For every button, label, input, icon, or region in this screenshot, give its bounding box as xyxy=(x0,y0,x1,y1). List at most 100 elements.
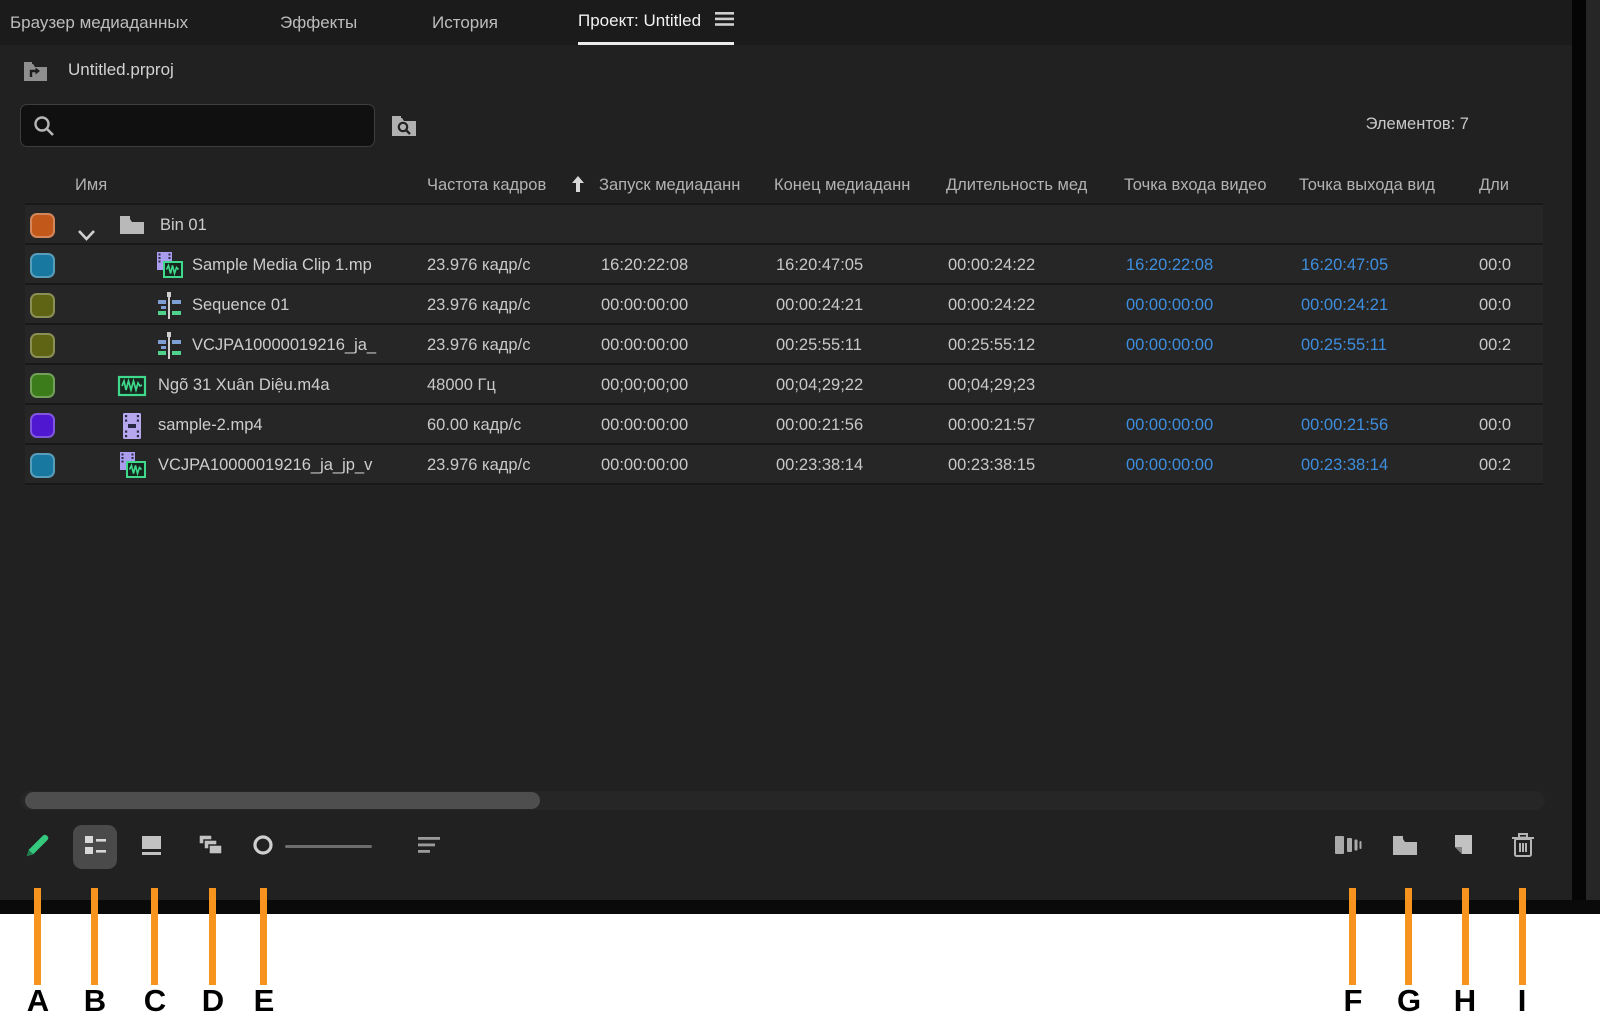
label-color-chip[interactable] xyxy=(30,333,55,358)
panel-menu-icon[interactable] xyxy=(715,11,735,32)
item-name: Sample Media Clip 1.mp xyxy=(192,256,372,274)
find-in-bin-icon[interactable] xyxy=(389,111,419,141)
callout-letter-g: G xyxy=(1396,983,1422,1018)
table-header: Имя Частота кадров Запуск медиаданн Коне… xyxy=(0,168,1543,202)
cell-media-start: 16:20:22:08 xyxy=(601,256,689,274)
cell-video-duration: 00:2 xyxy=(1479,456,1512,474)
table-row-clip[interactable]: VCJPA10000019216_ja_jp_v 23.976 кадр/с 0… xyxy=(25,445,1543,485)
tab-history[interactable]: История xyxy=(432,0,498,45)
freeform-view-button[interactable] xyxy=(189,825,233,869)
cell-media-duration: 00:00:24:22 xyxy=(948,256,1036,274)
cell-media-end: 00:25:55:11 xyxy=(776,336,862,354)
automate-to-sequence-button[interactable] xyxy=(1326,825,1370,869)
cell-video-out: 16:20:47:05 xyxy=(1301,256,1389,274)
panel-right-border xyxy=(1572,0,1586,914)
search-input[interactable] xyxy=(65,106,365,145)
table-row-sequence[interactable]: Sequence 01 23.976 кадр/с 00:00:00:00 00… xyxy=(25,285,1543,325)
callout-letter-b: B xyxy=(83,983,107,1018)
cell-video-duration: 00:2 xyxy=(1479,336,1512,354)
label-color-chip[interactable] xyxy=(30,413,55,438)
tab-label: Эффекты xyxy=(280,12,358,32)
horizontal-scrollbar-thumb[interactable] xyxy=(25,792,540,809)
icon-view-icon xyxy=(138,831,166,864)
zoom-slider-track[interactable] xyxy=(285,845,372,848)
table-row-audio[interactable]: Ngõ 31 Xuân Diệu.m4a 48000 Гц 00;00;00;0… xyxy=(25,365,1543,405)
cell-video-duration: 00:0 xyxy=(1479,256,1512,274)
label-color-chip[interactable] xyxy=(30,213,55,238)
label-color-chip[interactable] xyxy=(30,453,55,478)
label-color-chip[interactable] xyxy=(30,373,55,398)
pencil-icon xyxy=(23,830,53,865)
column-header-media-duration[interactable]: Длительность мед xyxy=(946,168,1087,202)
column-header-media-end[interactable]: Конец медиаданн xyxy=(774,168,910,202)
callout-letter-h: H xyxy=(1453,983,1477,1018)
callout-letter-e: E xyxy=(253,983,275,1018)
cell-frame-rate: 23.976 кадр/с xyxy=(427,456,531,474)
column-header-video-out[interactable]: Точка выхода вид xyxy=(1299,168,1435,202)
column-header-video-duration[interactable]: Дли xyxy=(1479,168,1509,202)
callout-line-a xyxy=(34,888,41,985)
zoom-slider-knob[interactable] xyxy=(241,825,285,869)
cell-video-duration: 00:0 xyxy=(1479,296,1512,314)
cell-video-in: 00:00:00:00 xyxy=(1126,336,1214,354)
table-row-video[interactable]: sample-2.mp4 60.00 кадр/с 00:00:00:00 00… xyxy=(25,405,1543,445)
cell-media-duration: 00;04;29;23 xyxy=(948,376,1036,394)
cell-media-end: 00:23:38:14 xyxy=(776,456,864,474)
cell-media-start: 00:00:00:00 xyxy=(601,416,689,434)
callout-letter-i: I xyxy=(1517,983,1527,1018)
new-item-button[interactable] xyxy=(1441,825,1485,869)
project-writable-button[interactable] xyxy=(16,825,60,869)
tab-media-browser[interactable]: Браузер медиаданных xyxy=(10,0,188,45)
sort-icons-button[interactable] xyxy=(407,825,451,869)
callout-line-i xyxy=(1519,888,1526,985)
item-name: VCJPA10000019216_ja_ xyxy=(192,336,377,354)
callout-line-d xyxy=(209,888,216,985)
item-name: sample-2.mp4 xyxy=(158,416,263,434)
item-name: Sequence 01 xyxy=(192,296,290,314)
callout-line-c xyxy=(151,888,158,985)
cell-frame-rate: 23.976 кадр/с xyxy=(427,256,531,274)
tab-label: История xyxy=(432,12,498,32)
table-row-bin[interactable]: Bin 01 xyxy=(25,205,1543,245)
sort-icons-icon xyxy=(415,833,443,862)
column-header-frame-rate[interactable]: Частота кадров xyxy=(427,168,546,202)
icon-view-button[interactable] xyxy=(130,825,174,869)
list-view-button[interactable] xyxy=(73,825,117,869)
cell-frame-rate: 23.976 кадр/с xyxy=(427,296,531,314)
delete-button[interactable] xyxy=(1501,825,1545,869)
label-color-chip[interactable] xyxy=(30,253,55,278)
search-icon xyxy=(32,114,56,143)
callout-letter-f: F xyxy=(1343,983,1363,1018)
cell-frame-rate: 23.976 кадр/с xyxy=(427,336,531,354)
navigate-up-icon[interactable] xyxy=(22,58,49,85)
tab-label: Браузер медиаданных xyxy=(10,12,189,32)
search-box[interactable] xyxy=(20,104,375,147)
cell-video-out: 00:00:24:21 xyxy=(1301,296,1389,314)
table-row-sequence[interactable]: VCJPA10000019216_ja_ 23.976 кадр/с 00:00… xyxy=(25,325,1543,365)
column-header-media-start[interactable]: Запуск медиаданн xyxy=(599,168,740,202)
column-header-video-in[interactable]: Точка входа видео xyxy=(1124,168,1267,202)
cell-media-end: 00:00:21:56 xyxy=(776,416,864,434)
cell-media-start: 00:00:00:00 xyxy=(601,336,689,354)
tab-effects[interactable]: Эффекты xyxy=(280,0,357,45)
callout-line-f xyxy=(1349,888,1356,985)
cell-media-end: 00:00:24:21 xyxy=(776,296,864,314)
cell-frame-rate: 60.00 кадр/с xyxy=(427,416,522,434)
item-name: VCJPA10000019216_ja_jp_v xyxy=(158,456,373,474)
panel-bottom-border xyxy=(0,900,1600,914)
cell-media-duration: 00:00:24:22 xyxy=(948,296,1036,314)
cell-video-out: 00:00:21:56 xyxy=(1301,416,1389,434)
zoom-knob-icon xyxy=(251,833,275,862)
tab-label: Проект: Untitled xyxy=(578,11,702,30)
callout-line-h xyxy=(1462,888,1469,985)
project-panel: Браузер медиаданных Эффекты История Прое… xyxy=(0,0,1572,914)
tab-project[interactable]: Проект: Untitled xyxy=(578,0,735,45)
column-header-name[interactable]: Имя xyxy=(75,168,107,202)
cell-video-in: 16:20:22:08 xyxy=(1126,256,1214,274)
new-bin-button[interactable] xyxy=(1383,825,1427,869)
table-row-clip[interactable]: Sample Media Clip 1.mp 23.976 кадр/с 16:… xyxy=(25,245,1543,285)
label-color-chip[interactable] xyxy=(30,293,55,318)
cell-media-end: 00;04;29;22 xyxy=(776,376,864,394)
sort-ascending-icon xyxy=(570,174,586,199)
cell-media-start: 00;00;00;00 xyxy=(601,376,689,394)
